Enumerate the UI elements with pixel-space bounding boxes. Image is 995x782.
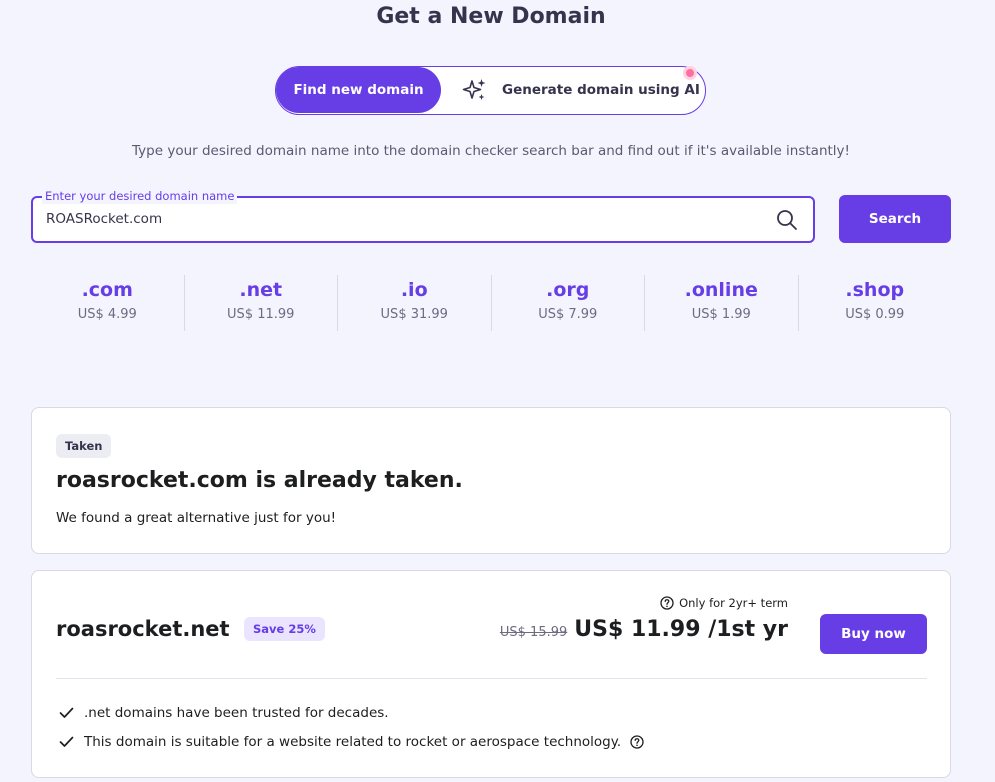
save-badge: Save 25%: [244, 617, 325, 641]
tld-item[interactable]: .io US$ 31.99: [337, 275, 491, 331]
feature-item: .net domains have been trusted for decad…: [58, 704, 389, 721]
search-field-label: Enter your desired domain name: [42, 188, 238, 204]
search-icon[interactable]: [776, 209, 798, 231]
search-mode-toggle: Find new domain Generate domain using AI: [275, 66, 706, 115]
term-note: Only for 2yr+ term: [660, 596, 788, 610]
sparkles-icon: [462, 79, 486, 100]
new-price: US$ 11.99 /1st yr: [574, 617, 788, 642]
tld-item[interactable]: .online US$ 1.99: [644, 275, 798, 331]
divider: [56, 678, 927, 679]
taken-heading: roasrocket.com is already taken.: [56, 468, 463, 493]
old-price: US$ 15.99: [499, 625, 568, 640]
notification-dot: [683, 66, 697, 80]
price-row: US$ 15.99 US$ 11.99 /1st yr: [500, 617, 788, 642]
alternative-domain-name: roasrocket.net: [56, 617, 230, 641]
domain-taken-card: Taken roasrocket.com is already taken. W…: [31, 407, 951, 554]
find-new-domain-tab[interactable]: Find new domain: [276, 67, 441, 113]
question-circle-icon[interactable]: [630, 734, 644, 749]
tld-name: .io: [400, 279, 428, 301]
tld-name: .net: [239, 279, 283, 301]
tld-price-list: .com US$ 4.99 .net US$ 11.99 .io US$ 31.…: [31, 275, 951, 331]
check-icon: [59, 707, 74, 718]
feature-text: This domain is suitable for a website re…: [84, 733, 622, 750]
question-circle-icon[interactable]: [660, 596, 674, 610]
tld-price: US$ 4.99: [77, 307, 137, 322]
page-title: Get a New Domain: [376, 4, 606, 29]
tld-item[interactable]: .org US$ 7.99: [490, 275, 645, 331]
tld-item[interactable]: .com US$ 4.99: [31, 275, 184, 331]
page-subtitle: Type your desired domain name into the d…: [132, 143, 850, 159]
generate-domain-ai-tab[interactable]: Generate domain using AI: [462, 67, 700, 113]
tld-name: .online: [684, 279, 758, 301]
tld-price: US$ 11.99: [227, 307, 295, 322]
domain-search-input[interactable]: [46, 211, 746, 227]
term-note-label: Only for 2yr+ term: [679, 596, 788, 610]
tld-name: .org: [546, 279, 590, 301]
tld-price: US$ 1.99: [691, 307, 751, 322]
feature-item: This domain is suitable for a website re…: [58, 733, 644, 750]
check-icon: [59, 736, 74, 747]
feature-text: .net domains have been trusted for decad…: [84, 704, 389, 721]
taken-badge: Taken: [56, 434, 112, 458]
domain-search-field[interactable]: Enter your desired domain name: [31, 188, 815, 243]
generate-domain-ai-label: Generate domain using AI: [502, 82, 700, 98]
search-button[interactable]: Search: [839, 195, 951, 243]
tld-price: US$ 31.99: [380, 307, 448, 322]
tld-name: .shop: [845, 279, 905, 301]
alternative-domain-card: roasrocket.net Save 25% Only for 2yr+ te…: [31, 570, 951, 778]
tld-item[interactable]: .shop US$ 0.99: [797, 275, 952, 331]
tld-item[interactable]: .net US$ 11.99: [183, 275, 338, 331]
tld-price: US$ 7.99: [538, 307, 598, 322]
taken-subtext: We found a great alternative just for yo…: [56, 510, 337, 526]
buy-now-button[interactable]: Buy now: [820, 614, 927, 654]
tld-price: US$ 0.99: [845, 307, 905, 322]
tld-name: .com: [81, 279, 133, 301]
